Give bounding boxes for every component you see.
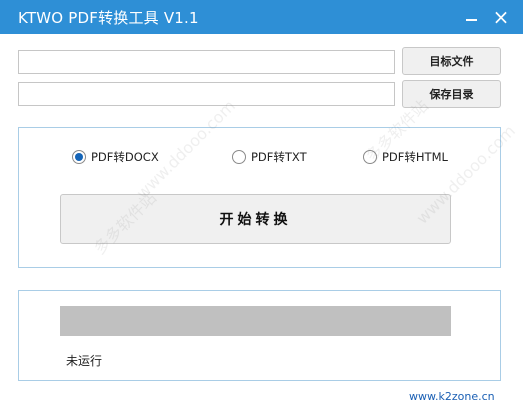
- radio-pdf-to-html[interactable]: PDF转HTML: [363, 148, 448, 166]
- start-convert-button[interactable]: 开始转换: [60, 194, 451, 244]
- radio-pdf-to-docx[interactable]: PDF转DOCX: [72, 148, 159, 166]
- radio-unselected-icon: [232, 150, 246, 164]
- radio-dot: [75, 153, 83, 161]
- radio-label-docx: PDF转DOCX: [91, 150, 159, 164]
- radio-label-txt: PDF转TXT: [251, 150, 307, 164]
- radio-selected-icon: [72, 150, 86, 164]
- radio-unselected-icon: [363, 150, 377, 164]
- close-icon: ×: [492, 5, 510, 29]
- target-file-input[interactable]: [18, 50, 395, 74]
- site-link[interactable]: www.k2zone.cn: [409, 390, 495, 403]
- window-title: KTWO PDF转换工具 V1.1: [18, 9, 199, 27]
- save-dir-input[interactable]: [18, 82, 395, 106]
- title-bar: KTWO PDF转换工具 V1.1 ×: [0, 0, 523, 34]
- minimize-button[interactable]: [458, 4, 484, 30]
- save-dir-button[interactable]: 保存目录: [402, 80, 501, 108]
- radio-label-html: PDF转HTML: [382, 150, 448, 164]
- target-file-button[interactable]: 目标文件: [402, 47, 501, 75]
- progress-bar: [60, 306, 451, 336]
- close-button[interactable]: ×: [488, 4, 514, 30]
- status-text: 未运行: [66, 354, 103, 368]
- minimize-icon: [465, 19, 477, 21]
- radio-pdf-to-txt[interactable]: PDF转TXT: [232, 148, 307, 166]
